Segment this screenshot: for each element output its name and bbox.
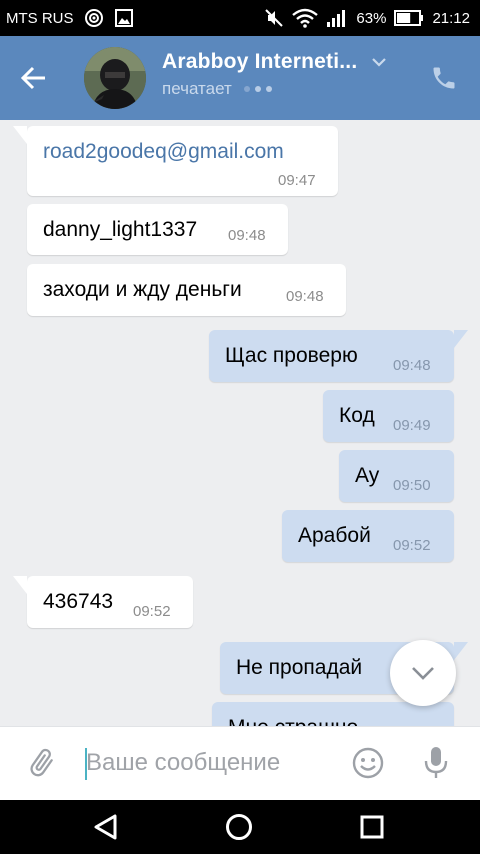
system-nav-bar (0, 800, 480, 854)
message-bubble-incoming[interactable]: road2goodeq@gmail.com 09:47 (27, 126, 338, 196)
message-text: Код (339, 404, 375, 427)
message-text: Щас проверю (225, 344, 358, 367)
status-bar: MTS RUS 63% 21:12 (0, 0, 480, 36)
message-text: заходи и жду деньги (43, 278, 242, 301)
back-triangle-icon (91, 812, 121, 842)
chevron-down-icon[interactable] (371, 57, 387, 67)
screen: MTS RUS 63% 21:12 Arabboy Interneti... п… (0, 0, 480, 854)
message-time: 09:49 (393, 417, 431, 434)
mute-icon (264, 8, 284, 28)
message-bubble-outgoing[interactable]: Код 09:49 (323, 390, 454, 442)
nav-recents-button[interactable] (352, 807, 392, 847)
nav-back-button[interactable] (86, 807, 126, 847)
paperclip-icon (25, 746, 59, 780)
message-list: road2goodeq@gmail.com 09:47 danny_light1… (0, 120, 480, 726)
bubble-tail (454, 642, 468, 660)
message-text: 436743 (43, 590, 114, 613)
attach-button[interactable] (22, 743, 62, 783)
message-time: 09:50 (393, 477, 431, 494)
carrier-label: MTS RUS (6, 9, 74, 27)
avatar[interactable] (84, 47, 146, 109)
bubble-tail (13, 126, 27, 144)
message-text: Не пропадай (236, 656, 363, 679)
bubble-tail (454, 330, 468, 348)
message-bubble-outgoing[interactable]: Арабой 09:52 (282, 510, 454, 562)
home-circle-icon (224, 812, 254, 842)
text-caret (85, 748, 87, 780)
message-time: 09:48 (286, 288, 324, 305)
call-button[interactable] (424, 58, 464, 98)
clock: 21:12 (432, 9, 470, 27)
voice-message-button[interactable] (416, 743, 456, 783)
message-composer (0, 726, 480, 800)
recents-square-icon (357, 812, 387, 842)
scroll-to-bottom-button[interactable] (390, 640, 456, 706)
chat-title[interactable]: Arabboy Interneti... (162, 50, 357, 74)
message-bubble-incoming[interactable]: заходи и жду деньги 09:48 (27, 264, 346, 316)
message-input[interactable] (84, 741, 336, 785)
message-link[interactable]: road2goodeq@gmail.com (43, 140, 284, 164)
smiley-icon (351, 746, 385, 780)
typing-status: печатает (162, 79, 232, 98)
message-time: 09:52 (133, 603, 171, 620)
nav-home-button[interactable] (219, 807, 259, 847)
chevron-down-icon (410, 665, 436, 681)
image-icon (114, 8, 134, 28)
message-text: Мне страшно (228, 716, 358, 726)
message-time: 09:47 (278, 172, 316, 189)
arrow-left-icon (20, 64, 48, 92)
target-icon (84, 8, 104, 28)
message-bubble-incoming[interactable]: danny_light1337 09:48 (27, 204, 288, 255)
message-time: 09:48 (228, 227, 266, 244)
wifi-icon (292, 8, 319, 28)
battery-icon (394, 9, 424, 27)
message-bubble-incoming[interactable]: 436743 09:52 (27, 576, 193, 628)
chat-header: Arabboy Interneti... печатает (0, 36, 480, 120)
microphone-icon (421, 745, 451, 781)
bubble-tail (13, 576, 27, 594)
message-time: 09:52 (393, 537, 431, 554)
message-text: danny_light1337 (43, 218, 198, 241)
message-bubble-outgoing[interactable]: Ау 09:50 (339, 450, 454, 502)
back-button[interactable] (14, 58, 54, 98)
message-text: Ау (355, 464, 380, 487)
phone-icon (430, 64, 458, 92)
signal-icon (326, 8, 348, 28)
message-text: Арабой (298, 524, 371, 547)
battery-percent: 63% (356, 9, 387, 27)
message-time: 09:48 (393, 357, 431, 374)
typing-indicator (243, 86, 272, 92)
emoji-button[interactable] (348, 743, 388, 783)
message-bubble-outgoing[interactable]: Щас проверю 09:48 (209, 330, 454, 382)
